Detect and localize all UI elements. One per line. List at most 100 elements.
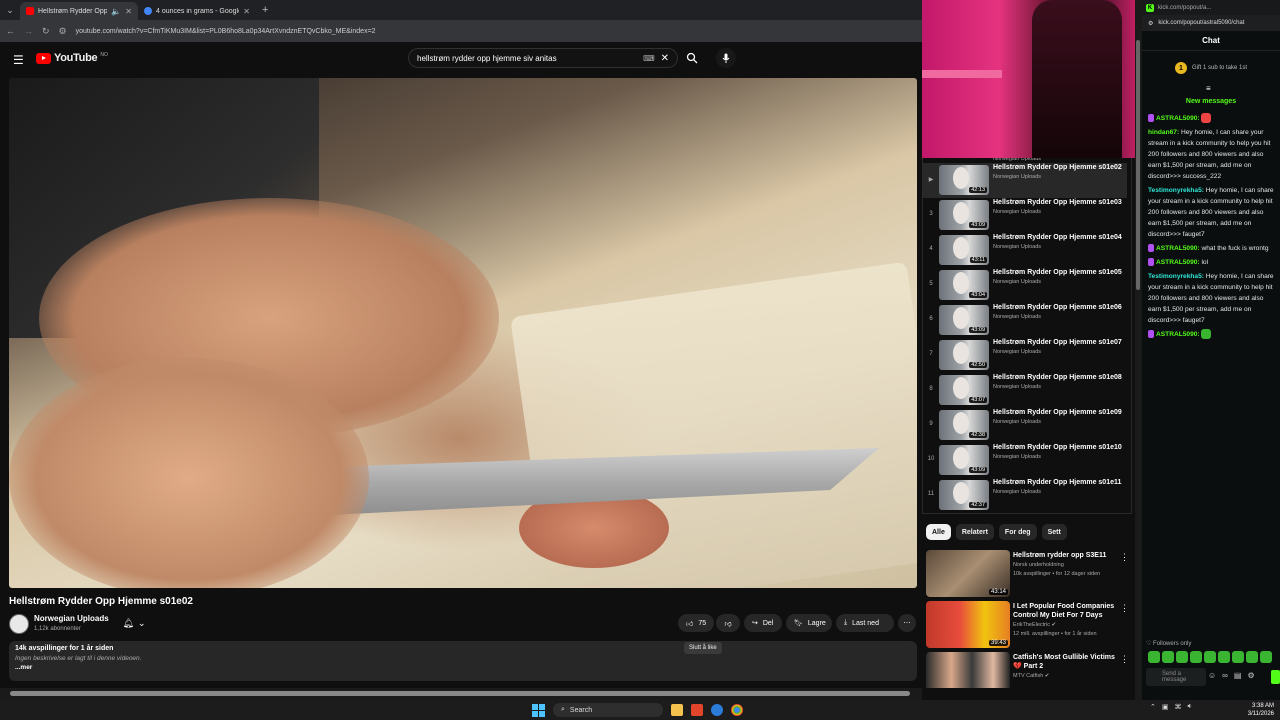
search-input[interactable]: hellstrøm rydder opp hjemme siv anitas ⌨…	[408, 48, 678, 68]
playlist-item[interactable]: 11 42:37 Hellstrøm Rydder Opp Hjemme s01e1…	[923, 478, 1127, 513]
channel-name[interactable]: Norwegian Uploads	[34, 614, 109, 623]
back-icon[interactable]: ←	[6, 26, 15, 36]
recommendation-title[interactable]: Catfish's Most Gullible Victims 💔 Part 2	[1013, 653, 1119, 671]
video-thumbnail[interactable]: 43:07	[939, 375, 989, 405]
emote-icon[interactable]	[1148, 651, 1160, 663]
video-thumbnail[interactable]: 43:09	[939, 200, 989, 230]
chat-username[interactable]: hindan67:	[1148, 129, 1179, 136]
tab-youtube[interactable]: Hellstrøm Rydder Opp Hje 🔈 ✕	[20, 2, 138, 20]
playlist-item[interactable]: 3 43:09 Hellstrøm Rydder Opp Hjemme s01e03…	[923, 198, 1127, 233]
recommendation-channel[interactable]: MTV Catfish ✔	[1013, 673, 1119, 679]
network-icon[interactable]: ⌘	[1175, 703, 1182, 711]
site-info-icon[interactable]: ⚙	[1148, 20, 1153, 27]
dislike-button[interactable]: 👎︎	[716, 614, 740, 632]
pinned-message-icon[interactable]: ≡	[1206, 84, 1211, 93]
chip-all[interactable]: Alle	[926, 524, 951, 540]
site-info-icon[interactable]: ⚙	[59, 26, 67, 37]
gift-box-icon[interactable]: ▤	[1234, 671, 1242, 680]
emote-icon[interactable]	[1162, 651, 1174, 663]
video-thumbnail[interactable]: 42:37	[939, 480, 989, 510]
search-button[interactable]	[680, 48, 704, 68]
page-scrollbar[interactable]	[1135, 0, 1142, 700]
new-tab-icon[interactable]: +	[256, 4, 274, 16]
recommendation-channel[interactable]: ErikTheElectric ✔	[1013, 622, 1119, 628]
playlist-item-title[interactable]: Hellstrøm Rydder Opp Hjemme s01e08	[993, 373, 1123, 382]
emote-icon[interactable]	[1218, 651, 1230, 663]
video-thumbnail[interactable]: 43:14	[926, 550, 1010, 597]
recommendation-title[interactable]: Hellstrøm rydder opp S3E11	[1013, 551, 1119, 560]
emote-picker-icon[interactable]: ☺	[1208, 671, 1216, 680]
taskbar-clock[interactable]: 3:38 AM 3/11/2026	[1238, 702, 1274, 718]
tray-app-icon[interactable]: ▣	[1162, 703, 1169, 711]
chat-username[interactable]: ASTRAL5090:	[1156, 331, 1200, 338]
chat-username[interactable]: Testimonyrekha5:	[1148, 187, 1204, 194]
emote-icon[interactable]	[1190, 651, 1202, 663]
chip-watched[interactable]: Sett	[1041, 524, 1067, 540]
playlist-item-title[interactable]: Hellstrøm Rydder Opp Hjemme s01e09	[993, 408, 1123, 417]
recommendation-title[interactable]: I Let Popular Food Companies Control My …	[1013, 602, 1119, 620]
horizontal-scrollbar[interactable]	[0, 688, 922, 700]
brave-browser-icon[interactable]	[691, 704, 703, 716]
share-button[interactable]: ↪ Del	[744, 614, 782, 632]
tray-chevron-icon[interactable]: ⌃	[1150, 703, 1156, 711]
windows-start-icon[interactable]	[532, 703, 545, 717]
playlist-item[interactable]: 4 43:11 Hellstrøm Rydder Opp Hjemme s01e04…	[923, 233, 1127, 268]
emote-icon[interactable]	[1204, 651, 1216, 663]
mute-icon[interactable]: 🔈	[111, 7, 121, 16]
playlist-item-title[interactable]: Hellstrøm Rydder Opp Hjemme s01e02	[993, 163, 1123, 172]
playlist-item-title[interactable]: Hellstrøm Rydder Opp Hjemme s01e04	[993, 233, 1123, 242]
more-vertical-icon[interactable]: ⋮	[1120, 603, 1129, 614]
playlist-item[interactable]: ▶ 42:13 Hellstrøm Rydder Opp Hjemme s01e02…	[923, 163, 1127, 198]
chat-username[interactable]: ASTRAL5090:	[1156, 259, 1200, 266]
settings-icon[interactable]: ⚙	[1247, 671, 1254, 680]
file-explorer-icon[interactable]	[671, 704, 683, 716]
youtube-logo[interactable]: YouTube NO	[36, 52, 108, 64]
app-icon[interactable]	[711, 704, 723, 716]
emote-icon[interactable]	[1246, 651, 1258, 663]
chrome-icon[interactable]	[731, 704, 743, 716]
volume-icon[interactable]: 🔉︎	[1188, 703, 1192, 711]
video-player[interactable]	[9, 78, 917, 588]
like-button[interactable]: 👍︎ 75	[678, 614, 714, 632]
chat-username[interactable]: ASTRAL5090:	[1156, 245, 1200, 252]
playlist-previous-item[interactable]: Norwegian Uploads	[993, 158, 1041, 162]
video-thumbnail[interactable]: 42:38	[939, 410, 989, 440]
playlist-item[interactable]: 6 43:09 Hellstrøm Rydder Opp Hjemme s01e06…	[923, 303, 1127, 338]
recommendation-item[interactable]: 39:43 I Let Popular Food Companies Contr…	[926, 601, 1132, 649]
video-thumbnail[interactable]: 43:04	[939, 270, 989, 300]
notification-bell-button[interactable]: 🔔︎ ⌄	[116, 614, 152, 632]
close-tab-icon[interactable]: ✕	[243, 7, 250, 16]
scrollbar-thumb[interactable]	[1136, 40, 1140, 290]
keyboard-icon[interactable]: ⌨	[643, 54, 655, 63]
emote-icon[interactable]	[1176, 651, 1188, 663]
scrollbar-thumb[interactable]	[10, 691, 910, 696]
recommendation-item[interactable]: 43:14 Hellstrøm rydder opp S3E11 Norsk u…	[926, 550, 1132, 598]
playlist-item-title[interactable]: Hellstrøm Rydder Opp Hjemme s01e05	[993, 268, 1123, 277]
taskbar-search[interactable]: ⌕ Search	[553, 703, 663, 717]
playlist-item-title[interactable]: Hellstrøm Rydder Opp Hjemme s01e03	[993, 198, 1123, 207]
close-tab-icon[interactable]: ✕	[125, 7, 132, 16]
video-thumbnail[interactable]: 43:09	[939, 305, 989, 335]
chip-related[interactable]: Relatert	[955, 524, 994, 540]
recommendation-item[interactable]: Catfish's Most Gullible Victims 💔 Part 2…	[926, 652, 1132, 688]
channel-avatar[interactable]	[9, 614, 29, 634]
save-button[interactable]: 🔖︎ Lagre	[786, 614, 832, 632]
forward-icon[interactable]: →	[24, 26, 33, 36]
more-actions-button[interactable]: ⋯	[898, 614, 916, 632]
url-field[interactable]: youtube.com/watch?v=CfmTiKMu3IM&list=PL0…	[76, 28, 376, 35]
tab-google[interactable]: 4 ounces in grams - Google Se ✕	[138, 2, 256, 20]
gift-sub-banner[interactable]: 1 Gift 1 sub to take 1st	[1142, 58, 1280, 78]
playlist-item[interactable]: 8 43:07 Hellstrøm Rydder Opp Hjemme s01e08…	[923, 373, 1127, 408]
recommendation-channel[interactable]: Norsk underholdning	[1013, 562, 1119, 568]
playlist-item[interactable]: 5 43:04 Hellstrøm Rydder Opp Hjemme s01e05…	[923, 268, 1127, 303]
playlist-item[interactable]: 7 42:50 Hellstrøm Rydder Opp Hjemme s01e07…	[923, 338, 1127, 373]
chip-for-you[interactable]: For deg	[998, 524, 1037, 540]
clear-search-icon[interactable]: ✕	[661, 53, 669, 64]
video-thumbnail[interactable]: 43:09	[939, 445, 989, 475]
video-thumbnail[interactable]: 39:43	[926, 601, 1010, 648]
more-vertical-icon[interactable]: ⋮	[1120, 654, 1129, 665]
link-icon[interactable]: ∞	[1222, 671, 1228, 680]
playlist-item-title[interactable]: Hellstrøm Rydder Opp Hjemme s01e06	[993, 303, 1123, 312]
playlist-item[interactable]: 10 43:09 Hellstrøm Rydder Opp Hjemme s01e1…	[923, 443, 1127, 478]
chat-username[interactable]: ASTRAL5090:	[1156, 115, 1200, 122]
